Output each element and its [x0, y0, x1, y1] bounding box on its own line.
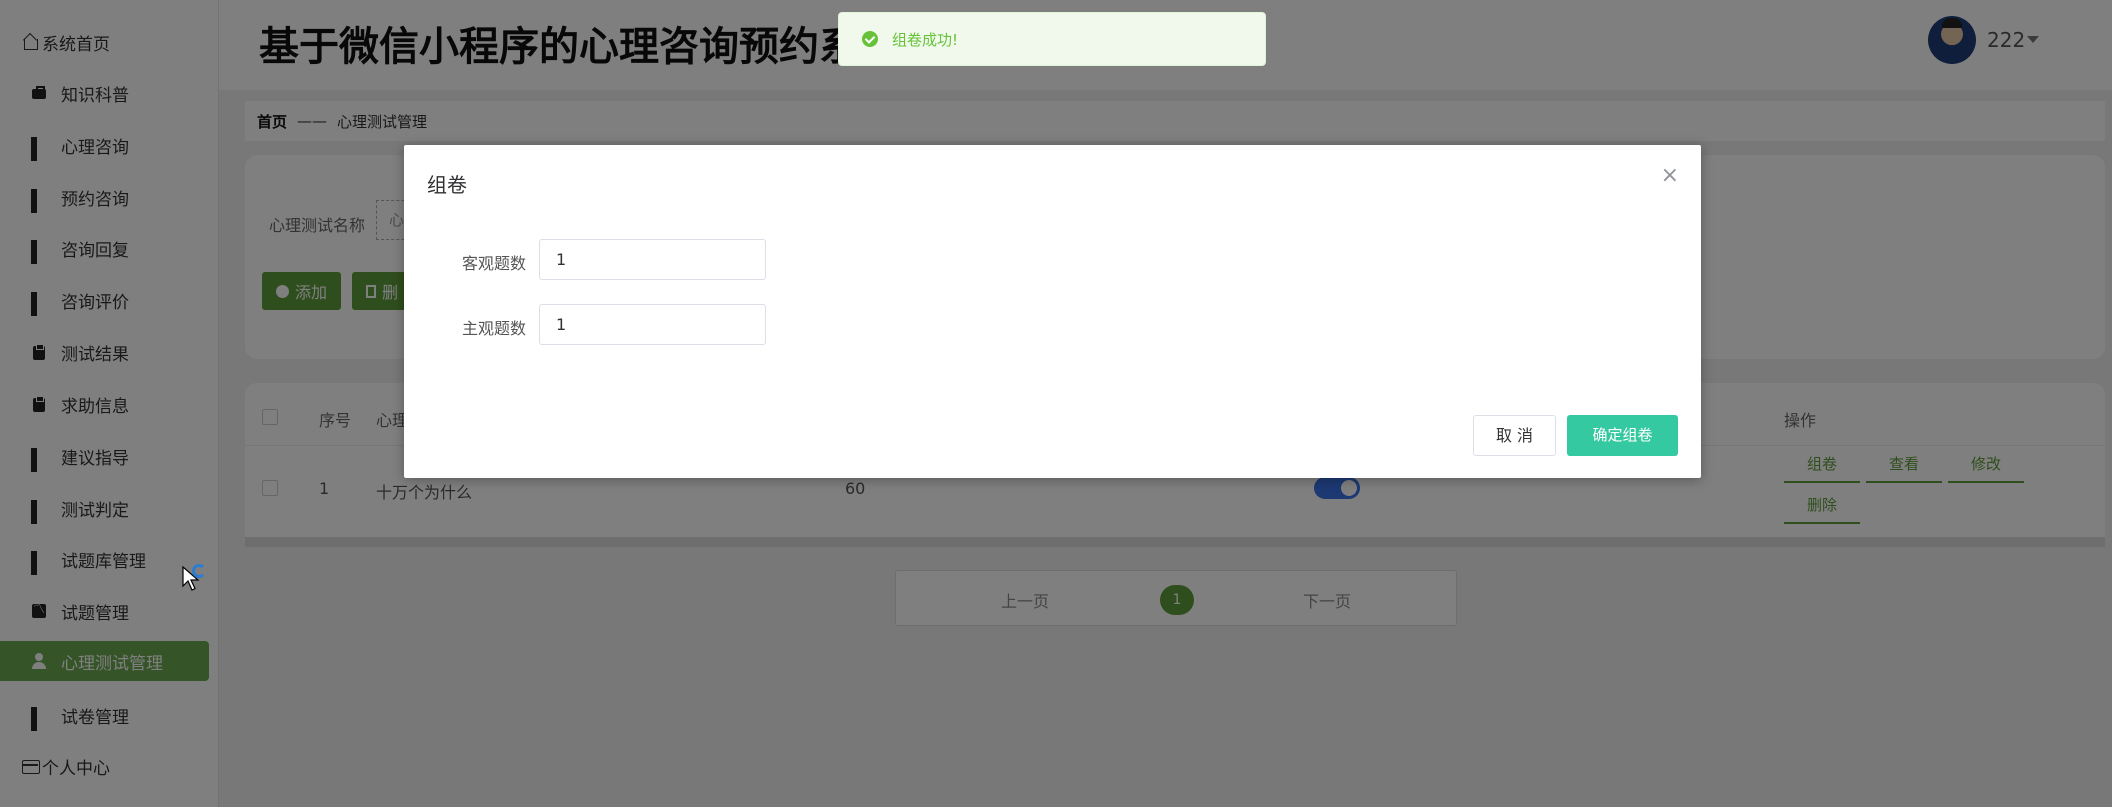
- compose-dialog: 组卷 × 客观题数 1 主观题数 1 取 消 确定组卷: [404, 145, 1701, 478]
- toast-message: 组卷成功!: [892, 30, 959, 49]
- objective-count-input[interactable]: 1: [539, 239, 766, 280]
- subjective-count-input[interactable]: 1: [539, 304, 766, 345]
- check-circle-icon: [862, 31, 878, 47]
- close-icon[interactable]: ×: [1661, 163, 1679, 188]
- subjective-count-label: 主观题数: [461, 319, 526, 338]
- success-toast: 组卷成功!: [838, 12, 1266, 66]
- loading-spinner-icon: [192, 564, 206, 578]
- objective-count-label: 客观题数: [461, 254, 526, 273]
- confirm-compose-button[interactable]: 确定组卷: [1567, 415, 1678, 456]
- cancel-button[interactable]: 取 消: [1473, 415, 1556, 456]
- dialog-title: 组卷: [427, 173, 467, 197]
